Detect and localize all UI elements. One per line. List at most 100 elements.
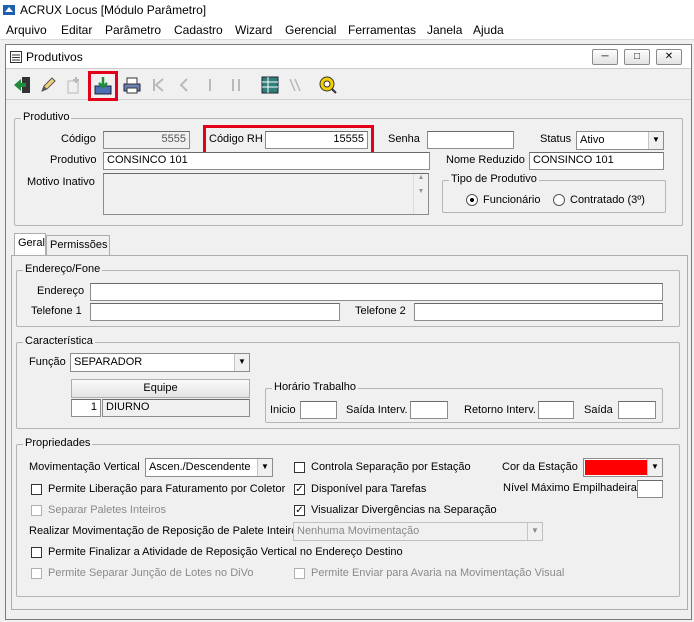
cor-estacao-select[interactable]: ▼	[583, 458, 663, 477]
tipo-funcionario-radio[interactable]	[466, 194, 478, 206]
new-record-icon[interactable]	[62, 73, 86, 97]
last-record-icon[interactable]	[224, 73, 248, 97]
disponivel-tarefas-checkbox[interactable]: ✓	[294, 484, 305, 495]
tipo-funcionario-label: Funcionário	[483, 194, 541, 206]
textarea-scrollbar[interactable]: ▲ ▼	[413, 174, 428, 214]
saida-field[interactable]	[618, 401, 656, 419]
tipo-contratado-radio[interactable]	[553, 194, 565, 206]
print-icon[interactable]	[120, 73, 144, 97]
exit-icon[interactable]	[10, 73, 34, 97]
menu-parametro[interactable]: Parâmetro	[105, 23, 161, 37]
produtivo-field[interactable]: CONSINCO 101	[103, 152, 430, 170]
status-label: Status	[540, 133, 572, 145]
disponivel-tarefas-label: Disponível para Tarefas	[311, 483, 427, 495]
grid-view-icon[interactable]	[258, 73, 282, 97]
permite-liberacao-checkbox[interactable]	[31, 484, 42, 495]
menu-janela[interactable]: Janela	[427, 23, 462, 37]
permite-enviar-avaria-label: Permite Enviar para Avaria na Movimentaç…	[311, 567, 565, 579]
endereco-group-label: Endereço/Fone	[23, 263, 103, 275]
status-value: Ativo	[580, 134, 605, 146]
menu-arquivo[interactable]: Arquivo	[6, 23, 47, 37]
chevron-down-icon: ▼	[527, 523, 542, 540]
menu-ferramentas[interactable]: Ferramentas	[348, 23, 416, 37]
senha-field[interactable]	[427, 131, 514, 149]
codigo-rh-label: Código RH	[209, 133, 263, 145]
caracteristica-group-label: Característica	[23, 335, 95, 347]
status-select[interactable]: Ativo ▼	[576, 131, 664, 150]
tipo-produtivo-group: Tipo de Produtivo Funcionário Contratado…	[442, 173, 666, 213]
telefone2-field[interactable]	[414, 303, 663, 321]
endereco-field[interactable]	[90, 283, 663, 301]
edit-icon[interactable]	[36, 73, 60, 97]
menu-wizard[interactable]: Wizard	[235, 23, 272, 37]
telefone2-label: Telefone 2	[355, 305, 406, 317]
menu-bar: Arquivo Editar Parâmetro Cadastro Wizard…	[0, 20, 694, 40]
menu-ajuda[interactable]: Ajuda	[473, 23, 504, 37]
previous-record-icon[interactable]	[172, 73, 196, 97]
menu-editar[interactable]: Editar	[61, 23, 92, 37]
codigo-field[interactable]: 5555	[103, 131, 190, 149]
separar-paletes-checkbox[interactable]	[31, 505, 42, 516]
equipe-num-field[interactable]: 1	[71, 399, 101, 417]
close-button[interactable]: ✕	[656, 49, 682, 65]
menu-gerencial[interactable]: Gerencial	[285, 23, 336, 37]
permite-finalizar-checkbox[interactable]	[31, 547, 42, 558]
saida-label: Saída	[584, 404, 613, 416]
app-icon	[3, 5, 15, 15]
mov-vertical-select[interactable]: Ascen./Descendente ▼	[145, 458, 273, 477]
controla-separacao-label: Controla Separação por Estação	[311, 461, 471, 473]
nome-reduzido-field[interactable]: CONSINCO 101	[529, 152, 664, 170]
senha-label: Senha	[388, 133, 420, 145]
caracteristica-group: Característica Função SEPARADOR ▼ Equipe…	[16, 335, 680, 429]
funcao-value: SEPARADOR	[74, 356, 143, 368]
chevron-down-icon: ▼	[234, 354, 249, 371]
tab-panel-geral: Endereço/Fone Endereço Telefone 1 Telefo…	[11, 255, 688, 610]
nivel-max-field[interactable]	[637, 480, 663, 498]
propriedades-group-label: Propriedades	[23, 437, 93, 449]
telefone1-label: Telefone 1	[31, 305, 82, 317]
codigo-rh-field[interactable]: 15555	[265, 131, 368, 149]
minimize-button[interactable]: ─	[592, 49, 618, 65]
permite-enviar-avaria-checkbox[interactable]	[294, 568, 305, 579]
cor-estacao-swatch	[585, 460, 647, 475]
menu-cadastro[interactable]: Cadastro	[174, 23, 223, 37]
retorno-interv-field[interactable]	[538, 401, 574, 419]
visualizar-divergencias-label: Visualizar Divergências na Separação	[311, 504, 497, 516]
tab-geral[interactable]: Geral	[14, 233, 46, 255]
permite-liberacao-label: Permite Liberação para Faturamento por C…	[48, 483, 286, 495]
horario-trabalho-label: Horário Trabalho	[272, 381, 358, 393]
chevron-down-icon: ▼	[647, 459, 662, 476]
endereco-group: Endereço/Fone Endereço Telefone 1 Telefo…	[16, 263, 680, 327]
produtivo-label: Produtivo	[50, 154, 97, 166]
motivo-inativo-label: Motivo Inativo	[27, 176, 95, 188]
window-title: Produtivos	[26, 50, 83, 64]
search-icon[interactable]	[316, 73, 340, 97]
tipo-contratado-label: Contratado (3º)	[570, 194, 645, 206]
saida-interv-field[interactable]	[410, 401, 448, 419]
visualizar-divergencias-checkbox[interactable]: ✓	[294, 505, 305, 516]
controla-separacao-checkbox[interactable]	[294, 462, 305, 473]
funcao-label: Função	[29, 356, 66, 368]
save-icon[interactable]	[88, 71, 118, 101]
filter-icon[interactable]	[284, 73, 308, 97]
mov-vertical-value: Ascen./Descendente	[149, 461, 251, 473]
permite-finalizar-label: Permite Finalizar a Atividade de Reposiç…	[48, 546, 403, 558]
chevron-down-icon: ▼	[648, 132, 663, 149]
inicio-field[interactable]	[300, 401, 337, 419]
window-title-bar: Produtivos ─ □ ✕	[6, 45, 691, 69]
first-record-icon[interactable]	[146, 73, 170, 97]
next-record-icon[interactable]	[198, 73, 222, 97]
motivo-inativo-field[interactable]: ▲ ▼	[103, 173, 429, 215]
telefone1-field[interactable]	[90, 303, 340, 321]
maximize-button[interactable]: □	[624, 49, 650, 65]
funcao-select[interactable]: SEPARADOR ▼	[70, 353, 250, 372]
produtivo-group-label: Produtivo	[21, 111, 72, 123]
tab-permissoes[interactable]: Permissões	[46, 235, 110, 255]
realizar-mov-select[interactable]: Nenhuma Movimentação ▼	[293, 522, 543, 541]
produtivo-group: Produtivo Código 5555 Código RH 15555 Se…	[14, 111, 683, 226]
toolbar	[6, 70, 691, 101]
retorno-interv-label: Retorno Interv.	[464, 404, 536, 416]
equipe-button[interactable]: Equipe	[71, 379, 250, 398]
endereco-label: Endereço	[37, 285, 85, 297]
permite-separar-juncao-checkbox[interactable]	[31, 568, 42, 579]
